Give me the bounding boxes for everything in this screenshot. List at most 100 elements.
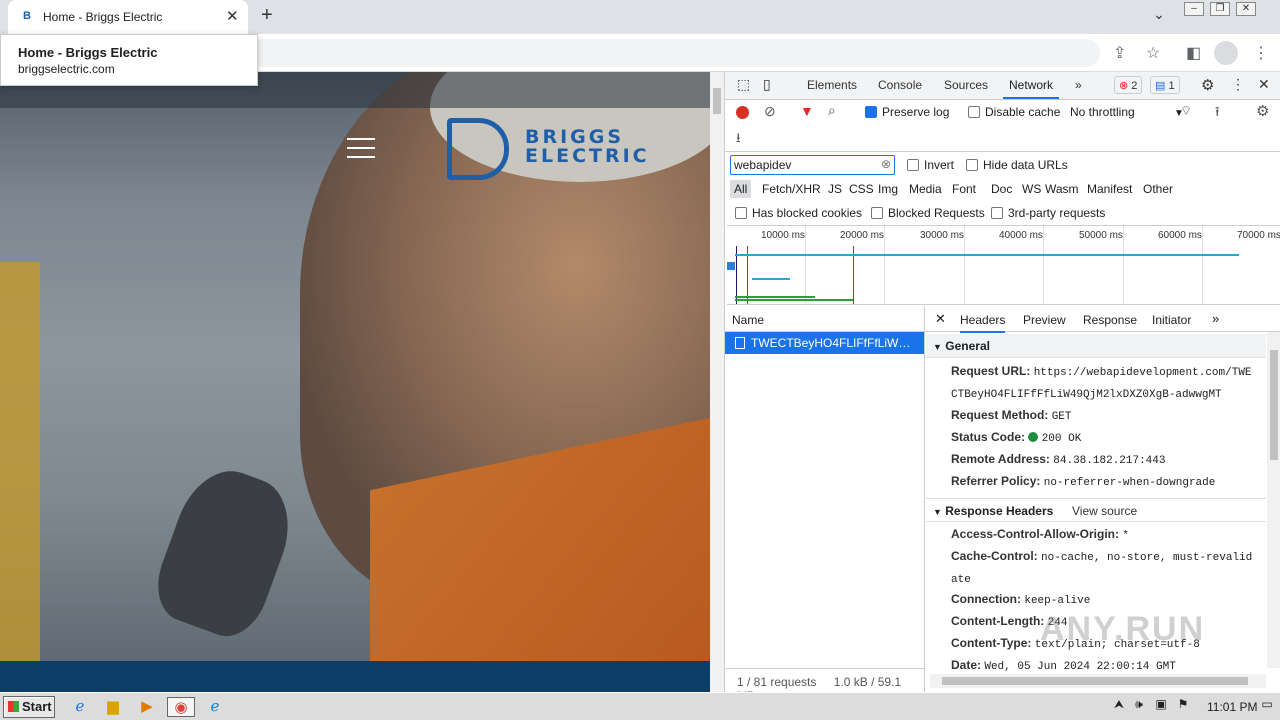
connection-row: Connection: keep-alive [951,592,1091,607]
bookmark-star-icon[interactable]: ☆ [1146,43,1160,63]
filter-manifest[interactable]: Manifest [1087,182,1132,196]
filter-img[interactable]: Img [878,182,898,196]
device-toolbar-icon[interactable]: ▯ [763,76,771,93]
network-overview-timeline[interactable]: 10000 ms 20000 ms 30000 ms 40000 ms 5000… [727,225,1280,306]
network-conditions-icon[interactable]: ⌔ [1180,103,1192,119]
tab-sources[interactable]: Sources [944,78,988,92]
network-status-bar: 1 / 81 requests 1.0 kB / 59.1 MB [725,668,925,703]
view-source-link[interactable]: View source [1072,504,1137,518]
errors-badge[interactable]: ⊗ 2 [1114,76,1143,94]
chrome-taskbar-icon[interactable]: ◉ [167,697,195,717]
tab-console[interactable]: Console [878,78,922,92]
edge-icon[interactable]: ℯ [204,697,226,717]
details-scrollbar-thumb[interactable] [1270,350,1278,460]
more-detail-tabs-icon[interactable]: » [1212,311,1219,326]
tray-expand-icon[interactable]: ⮝ [1108,697,1130,717]
network-settings-gear-icon[interactable]: ⚙ [1256,102,1269,120]
filter-input[interactable]: webapidev ⊗ [730,155,895,175]
browser-tab[interactable]: B Home - Briggs Electric ✕ [8,0,248,34]
throttling-select[interactable]: No throttling ▼ [1070,105,1184,119]
page-scrollbar-thumb[interactable] [713,88,721,114]
action-center-flag-icon[interactable]: ⚑ [1172,697,1194,717]
new-tab-icon[interactable]: + [261,4,273,27]
name-column-header[interactable]: Name [725,306,924,332]
more-tabs-icon[interactable]: » [1075,78,1082,92]
tab-elements[interactable]: Elements [807,78,857,92]
windows-flag-icon [8,701,19,712]
tab-headers[interactable]: Headers [960,313,1006,333]
search-icon[interactable]: ⌕ [828,102,836,119]
disable-cache-checkbox[interactable]: Disable cache [968,105,1060,119]
file-explorer-icon[interactable]: ▆ [102,697,124,717]
filter-css[interactable]: CSS [849,182,874,196]
filter-media[interactable]: Media [909,182,942,196]
record-icon[interactable] [736,106,749,119]
share-icon[interactable]: ⇪ [1113,43,1126,63]
close-window-icon[interactable]: ✕ [1236,2,1256,16]
filter-all[interactable]: All [730,180,752,198]
details-vertical-scrollbar[interactable] [1267,332,1280,668]
filter-other[interactable]: Other [1143,182,1173,196]
restore-window-icon[interactable]: ❐ [1210,2,1230,16]
status-ok-dot-icon [1028,432,1039,442]
inspect-element-icon[interactable]: ⬚ [737,76,750,93]
volume-icon[interactable]: 🕪 [1128,697,1150,717]
invert-checkbox[interactable]: Invert [907,158,954,172]
filter-doc[interactable]: Doc [991,182,1012,196]
show-desktop-icon[interactable]: ▭ [1256,697,1278,717]
tab-search-chevron-icon[interactable]: ⌄ [1153,6,1165,23]
errors-count: 2 [1131,80,1138,92]
filter-font[interactable]: Font [952,182,976,196]
network-icon[interactable]: ▣ [1150,697,1172,717]
blocked-requests-checkbox[interactable]: Blocked Requests [871,206,985,220]
hamburger-menu-icon[interactable] [347,138,375,158]
start-button[interactable]: Start [3,696,55,718]
internet-explorer-icon[interactable]: ℯ [69,697,91,717]
media-player-icon[interactable]: ▶ [136,697,158,717]
tab-initiator[interactable]: Initiator [1152,313,1191,327]
profile-avatar[interactable] [1214,41,1238,65]
status-code-row: Status Code: 200 OK [951,430,1082,445]
address-bar[interactable] [250,39,1100,67]
taskbar-clock[interactable]: 11:01 PM [1207,700,1257,714]
type-filter-bar: All Fetch/XHR JS CSS Img Media Font Doc … [730,180,1280,198]
close-tab-icon[interactable]: ✕ [226,7,239,25]
hide-data-urls-checkbox[interactable]: Hide data URLs [966,158,1068,172]
filter-wasm[interactable]: Wasm [1045,182,1079,196]
timeline-bar-green [735,296,815,298]
hero-image-vest-left [0,262,40,682]
timeline-bar-mid [752,278,790,280]
export-har-icon[interactable]: ⭳ [736,129,741,151]
page-scrollbar[interactable] [710,72,724,692]
clear-filter-icon[interactable]: ⊗ [881,157,891,171]
devtools-menu-icon[interactable]: ⋮ [1231,76,1245,93]
tab-response[interactable]: Response [1083,313,1137,327]
close-details-icon[interactable]: ✕ [935,311,946,327]
side-panel-icon[interactable]: ◧ [1186,43,1201,63]
timeline-bar-first [727,262,735,270]
windows-taskbar: Start ℯ ▆ ▶ ◉ ℯ ⮝ 🕪 ▣ ⚑ 11:01 PM ▭ [0,692,1280,720]
import-har-icon[interactable]: ⭱ [1215,103,1220,125]
filter-fetch-xhr[interactable]: Fetch/XHR [762,182,821,196]
details-horizontal-scrollbar[interactable] [930,674,1266,688]
filter-ws[interactable]: WS [1022,182,1041,196]
filter-funnel-icon[interactable]: ▼ [800,103,814,119]
settings-gear-icon[interactable]: ⚙ [1201,76,1214,94]
details-hscroll-thumb[interactable] [942,677,1248,685]
messages-badge[interactable]: ▤ 1 [1150,76,1180,94]
error-icon: ⊗ [1119,80,1129,92]
minimize-window-icon[interactable]: – [1184,2,1204,16]
close-devtools-icon[interactable]: ✕ [1258,76,1270,93]
general-section-header[interactable]: ▼ General [926,334,1266,358]
preserve-log-check-icon[interactable] [865,106,877,118]
blocked-cookies-checkbox[interactable]: Has blocked cookies [735,206,862,220]
menu-kebab-icon[interactable]: ⋮ [1253,43,1269,63]
clear-icon[interactable]: ⊘ [764,103,776,120]
response-headers-section-header[interactable]: ▼ Response Headers View source [926,498,1266,522]
preserve-log-checkbox[interactable]: Preserve log [865,105,949,119]
tab-network[interactable]: Network [1002,78,1060,99]
request-row[interactable]: TWECTBeyHO4FLIFfFfLiW49Q... [725,332,924,354]
tab-preview[interactable]: Preview [1023,313,1066,327]
filter-js[interactable]: JS [828,182,842,196]
third-party-checkbox[interactable]: 3rd-party requests [991,206,1105,220]
